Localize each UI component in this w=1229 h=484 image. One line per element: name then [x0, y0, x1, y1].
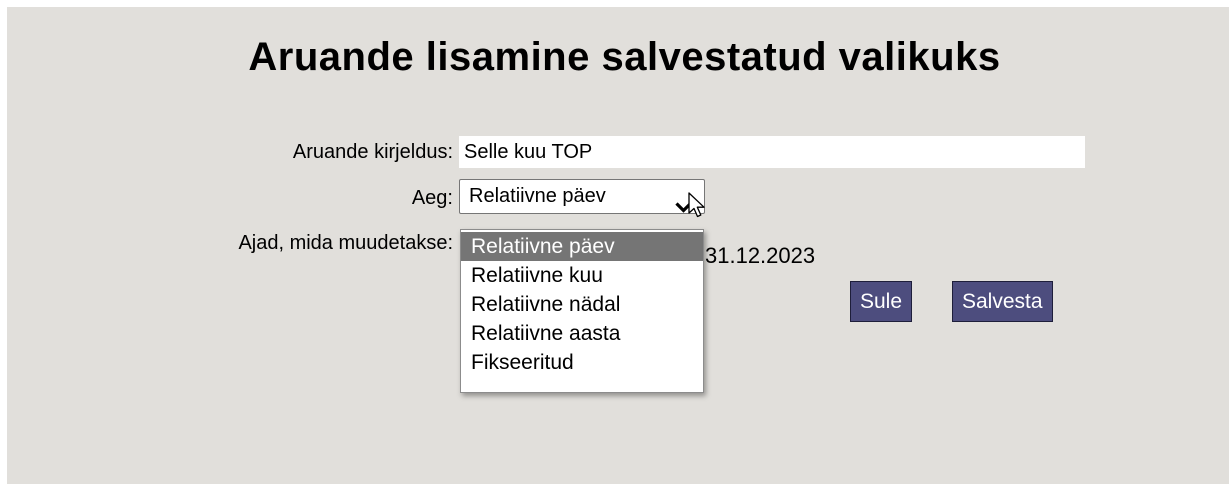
description-input[interactable] [459, 136, 1085, 168]
time-dropdown-list[interactable]: Relatiivne päev Relatiivne kuu Relatiivn… [460, 229, 704, 393]
time-select-value: Relatiivne päev [469, 185, 606, 207]
time-select[interactable]: Relatiivne päev [459, 179, 705, 214]
dropdown-option-relative-year[interactable]: Relatiivne aasta [461, 319, 703, 348]
mouse-cursor-icon [688, 192, 708, 225]
dropdown-option-fixed[interactable]: Fikseeritud [461, 348, 703, 377]
save-report-dialog: Aruande lisamine salvestatud valikuks Ar… [7, 7, 1229, 484]
save-button[interactable]: Salvesta [952, 281, 1053, 322]
description-label: Aruande kirjeldus: [292, 141, 453, 163]
close-button[interactable]: Sule [850, 281, 913, 322]
dropdown-option-relative-week[interactable]: Relatiivne nädal [461, 290, 703, 319]
changed-times-value: 31.12.2023 [705, 243, 816, 268]
time-label: Aeg: [411, 187, 453, 209]
dialog-title: Aruande lisamine salvestatud valikuks [248, 35, 1001, 79]
changed-times-label: Ajad, mida muudetakse: [238, 232, 453, 254]
dropdown-option-relative-month[interactable]: Relatiivne kuu [461, 261, 703, 290]
dropdown-option-relative-day[interactable]: Relatiivne päev [461, 232, 703, 261]
